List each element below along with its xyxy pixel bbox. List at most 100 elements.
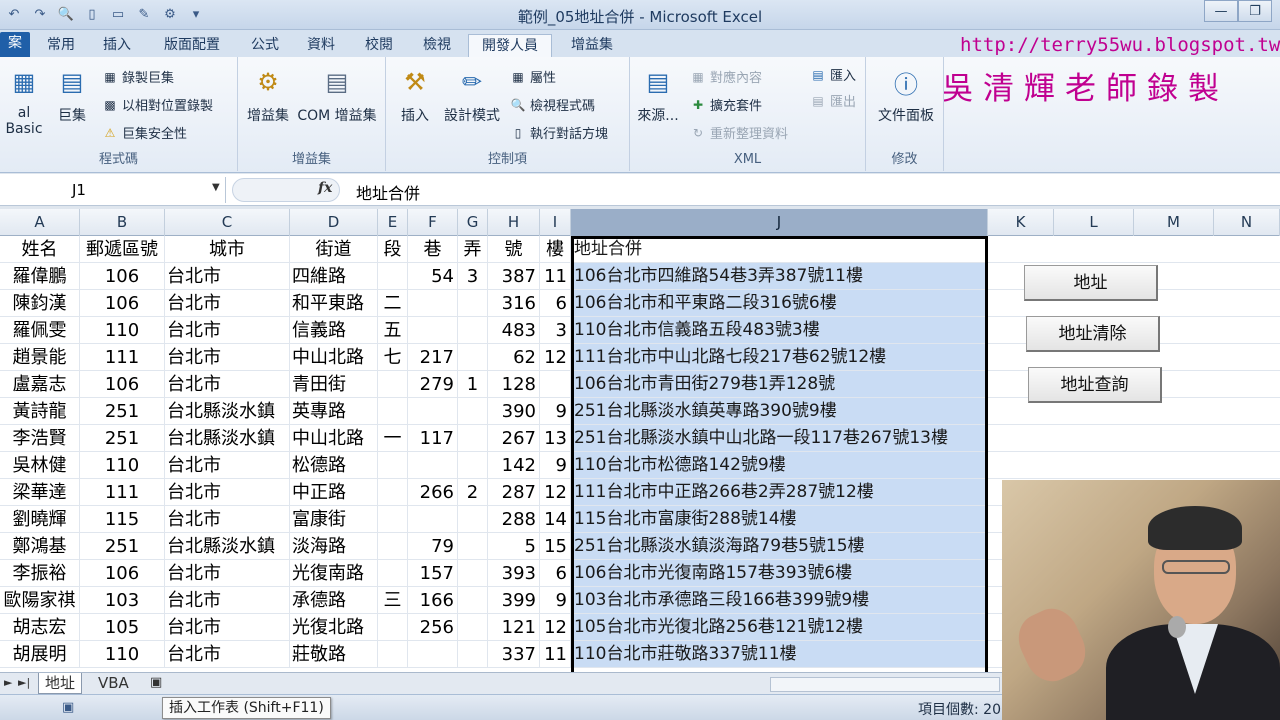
map-properties-button[interactable]: ▦ 對應內容: [690, 67, 762, 87]
cell-zip[interactable]: 115: [80, 506, 165, 533]
cell-section[interactable]: [378, 614, 408, 641]
cell-city[interactable]: 台北市: [165, 560, 290, 587]
cell-floor[interactable]: 樓: [540, 236, 571, 263]
cell-city[interactable]: 城市: [165, 236, 290, 263]
cell-name[interactable]: 趙景能: [0, 344, 80, 371]
cell-section[interactable]: [378, 641, 408, 668]
cell-floor[interactable]: 9: [540, 452, 571, 479]
cell-street[interactable]: 四維路: [290, 263, 378, 290]
cell-street[interactable]: 松德路: [290, 452, 378, 479]
tab-addins[interactable]: 增益集: [562, 34, 622, 57]
cell-number[interactable]: 393: [488, 560, 540, 587]
minimize-button[interactable]: —: [1204, 0, 1238, 22]
cell-merged-address[interactable]: 111台北市中山北路七段217巷62號12樓: [571, 344, 988, 371]
restore-button[interactable]: ❐: [1238, 0, 1272, 22]
cell-floor[interactable]: 15: [540, 533, 571, 560]
tab-formulas[interactable]: 公式: [244, 34, 286, 57]
cell-floor[interactable]: 12: [540, 479, 571, 506]
cell-number[interactable]: 121: [488, 614, 540, 641]
cell-name[interactable]: 梁華達: [0, 479, 80, 506]
cell-alley[interactable]: [458, 290, 488, 317]
column-header-h[interactable]: H: [488, 209, 540, 236]
cell-alley[interactable]: 弄: [458, 236, 488, 263]
cell-street[interactable]: 中山北路: [290, 425, 378, 452]
cell-floor[interactable]: 12: [540, 344, 571, 371]
cell-lane[interactable]: 巷: [408, 236, 458, 263]
cell-city[interactable]: 台北縣淡水鎮: [165, 425, 290, 452]
cell-city[interactable]: 台北市: [165, 614, 290, 641]
cell-number[interactable]: 387: [488, 263, 540, 290]
xml-source-button[interactable]: ▤ 來源...: [636, 65, 680, 125]
cell-street[interactable]: 光復北路: [290, 614, 378, 641]
cell-city[interactable]: 台北市: [165, 479, 290, 506]
cell-name[interactable]: 姓名: [0, 236, 80, 263]
cell-zip[interactable]: 111: [80, 479, 165, 506]
cell-section[interactable]: [378, 479, 408, 506]
cell-zip[interactable]: 郵遞區號: [80, 236, 165, 263]
cell-number[interactable]: 號: [488, 236, 540, 263]
tab-page-layout[interactable]: 版面配置: [154, 34, 230, 57]
column-header-n[interactable]: N: [1214, 209, 1280, 236]
cell-alley[interactable]: [458, 614, 488, 641]
cell-name[interactable]: 李振裕: [0, 560, 80, 587]
empty-cells[interactable]: [988, 452, 1280, 479]
cell-merged-address[interactable]: 251台北縣淡水鎮中山北路一段117巷267號13樓: [571, 425, 988, 452]
cell-floor[interactable]: 3: [540, 317, 571, 344]
cell-number[interactable]: 62: [488, 344, 540, 371]
cell-section[interactable]: 三: [378, 587, 408, 614]
cell-alley[interactable]: 1: [458, 371, 488, 398]
cell-floor[interactable]: 13: [540, 425, 571, 452]
cell-alley[interactable]: 3: [458, 263, 488, 290]
cell-section[interactable]: 七: [378, 344, 408, 371]
cell-zip[interactable]: 251: [80, 398, 165, 425]
cell-alley[interactable]: [458, 344, 488, 371]
macro-security-button[interactable]: ⚠ 巨集安全性: [102, 123, 187, 143]
tab-insert[interactable]: 插入: [96, 34, 138, 57]
column-header-m[interactable]: M: [1134, 209, 1214, 236]
cell-city[interactable]: 台北市: [165, 506, 290, 533]
cell-name[interactable]: 陳鈞漢: [0, 290, 80, 317]
cell-city[interactable]: 台北市: [165, 290, 290, 317]
cell-zip[interactable]: 110: [80, 317, 165, 344]
cell-street[interactable]: 信義路: [290, 317, 378, 344]
cell-zip[interactable]: 106: [80, 290, 165, 317]
cell-alley[interactable]: [458, 506, 488, 533]
com-addins-button[interactable]: ▤ COM 增益集: [294, 65, 380, 125]
column-header-a[interactable]: A: [0, 209, 80, 236]
visual-basic-button[interactable]: ▦ al Basic: [0, 65, 48, 137]
cell-lane[interactable]: [408, 398, 458, 425]
cell-merged-address[interactable]: 地址合併: [571, 236, 988, 263]
formula-input[interactable]: 地址合併: [356, 180, 420, 204]
cell-alley[interactable]: [458, 452, 488, 479]
address-clear-button[interactable]: 地址清除: [1026, 316, 1160, 352]
cell-number[interactable]: 316: [488, 290, 540, 317]
cell-alley[interactable]: [458, 587, 488, 614]
document-panel-button[interactable]: ⓘ 文件面板: [872, 65, 940, 125]
cell-merged-address[interactable]: 106台北市青田街279巷1弄128號: [571, 371, 988, 398]
cell-merged-address[interactable]: 251台北縣淡水鎮淡海路79巷5號15樓: [571, 533, 988, 560]
cell-city[interactable]: 台北市: [165, 317, 290, 344]
cell-street[interactable]: 中正路: [290, 479, 378, 506]
relative-reference-button[interactable]: ▩ 以相對位置錄製: [102, 95, 213, 115]
cell-floor[interactable]: 9: [540, 398, 571, 425]
address-query-button[interactable]: 地址查詢: [1028, 367, 1162, 403]
cell-zip[interactable]: 105: [80, 614, 165, 641]
sheet-tab-address[interactable]: 地址: [38, 673, 83, 694]
run-dialog-button[interactable]: ▯ 執行對話方塊: [510, 123, 608, 143]
cell-merged-address[interactable]: 106台北市和平東路二段316號6樓: [571, 290, 988, 317]
cell-merged-address[interactable]: 106台北市光復南路157巷393號6樓: [571, 560, 988, 587]
cell-merged-address[interactable]: 110台北市莊敬路337號11樓: [571, 641, 988, 668]
cell-name[interactable]: 歐陽家祺: [0, 587, 80, 614]
cell-street[interactable]: 青田街: [290, 371, 378, 398]
properties-button[interactable]: ▦ 屬性: [510, 67, 556, 87]
cell-floor[interactable]: 11: [540, 263, 571, 290]
cell-street[interactable]: 莊敬路: [290, 641, 378, 668]
column-header-i[interactable]: I: [540, 209, 571, 236]
cell-city[interactable]: 台北市: [165, 263, 290, 290]
cell-name[interactable]: 羅偉鵬: [0, 263, 80, 290]
cell-city[interactable]: 台北市: [165, 344, 290, 371]
cell-section[interactable]: 二: [378, 290, 408, 317]
cell-section[interactable]: [378, 371, 408, 398]
cell-number[interactable]: 287: [488, 479, 540, 506]
cell-alley[interactable]: [458, 560, 488, 587]
